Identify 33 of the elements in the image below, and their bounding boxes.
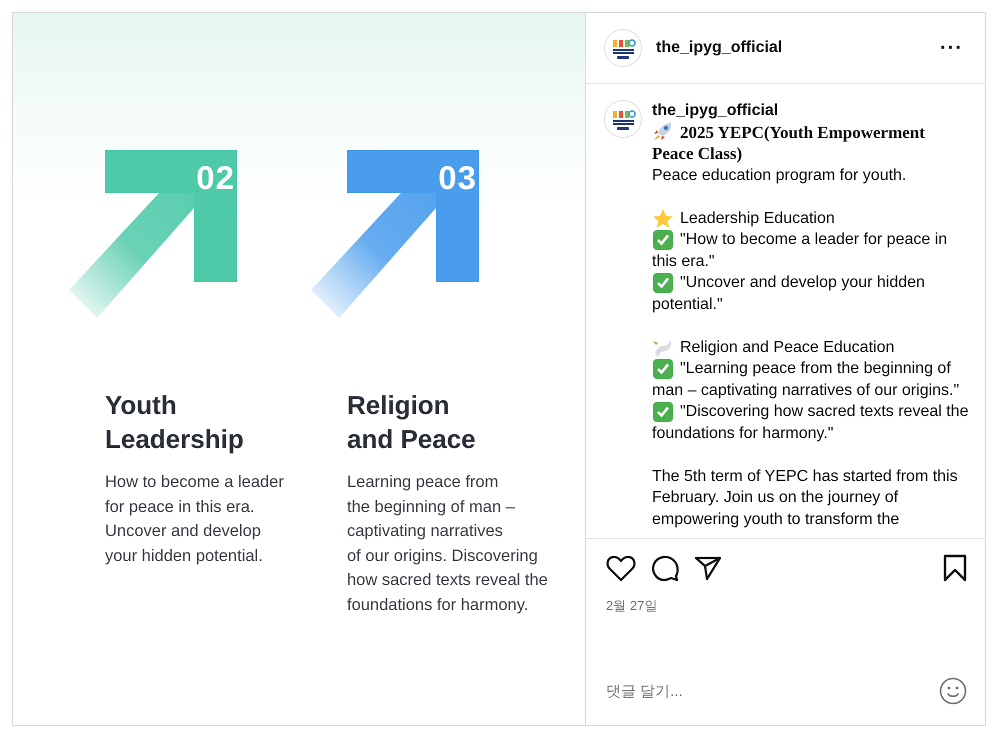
emoji-icon[interactable] — [939, 677, 967, 705]
caption-item: "Learning peace from the beginning of man – captivating narratives of our origins." — [652, 358, 960, 400]
comment-field[interactable]: 댓글 달기... — [606, 682, 939, 700]
username-link[interactable]: the_ipyg_official — [656, 39, 782, 57]
check-icon — [652, 401, 674, 422]
post-date: 2월 27일 — [606, 598, 658, 613]
comment-icon[interactable] — [650, 553, 680, 583]
caption-item: "Discovering how sacred texts reveal the foundations for harmony." — [652, 401, 970, 444]
rocket-icon — [652, 122, 674, 140]
caption-heading: Religion and Peace Education — [652, 336, 970, 358]
step-number: 03 — [438, 160, 477, 196]
caption-heading: Leadership Education — [652, 208, 970, 229]
slide-heading: Religion and Peace — [347, 389, 477, 456]
slide-heading: Youth Leadership — [105, 389, 245, 456]
bookmark-icon[interactable] — [943, 554, 967, 582]
check-icon — [652, 229, 674, 250]
heart-icon[interactable] — [606, 554, 636, 582]
avatar-logo-icon — [604, 100, 642, 138]
send-icon[interactable] — [694, 555, 722, 581]
username-link[interactable]: the_ipyg_official — [652, 100, 970, 122]
more-button[interactable]: ··· — [936, 36, 967, 60]
step-number: 02 — [196, 160, 235, 196]
star-icon — [652, 208, 674, 229]
check-icon — [652, 272, 674, 294]
caption-text: The 5th term of YEPC has started from this February. Join us on the journey of empowering youth to transform the — [652, 466, 959, 530]
check-icon — [652, 358, 674, 380]
caption-item: "How to become a leader for peace in this era." — [652, 229, 948, 272]
post-title: 2025 YEPC(Youth Empowerment Peace Class) — [652, 122, 926, 164]
caption-item: "Uncover and develop your hidden potential." — [652, 272, 926, 314]
caption-text: Peace education program for youth. — [652, 166, 908, 186]
slide-text: Learning peace from the beginning of man – captivating narratives of our origins. Discovering how sacred texts reveal the foundations for harmony. — [347, 472, 549, 616]
slide-text: How to become a leader for peace in this era. Uncover and develop your hidden potential. — [105, 472, 285, 567]
avatar-logo-icon — [604, 29, 642, 67]
